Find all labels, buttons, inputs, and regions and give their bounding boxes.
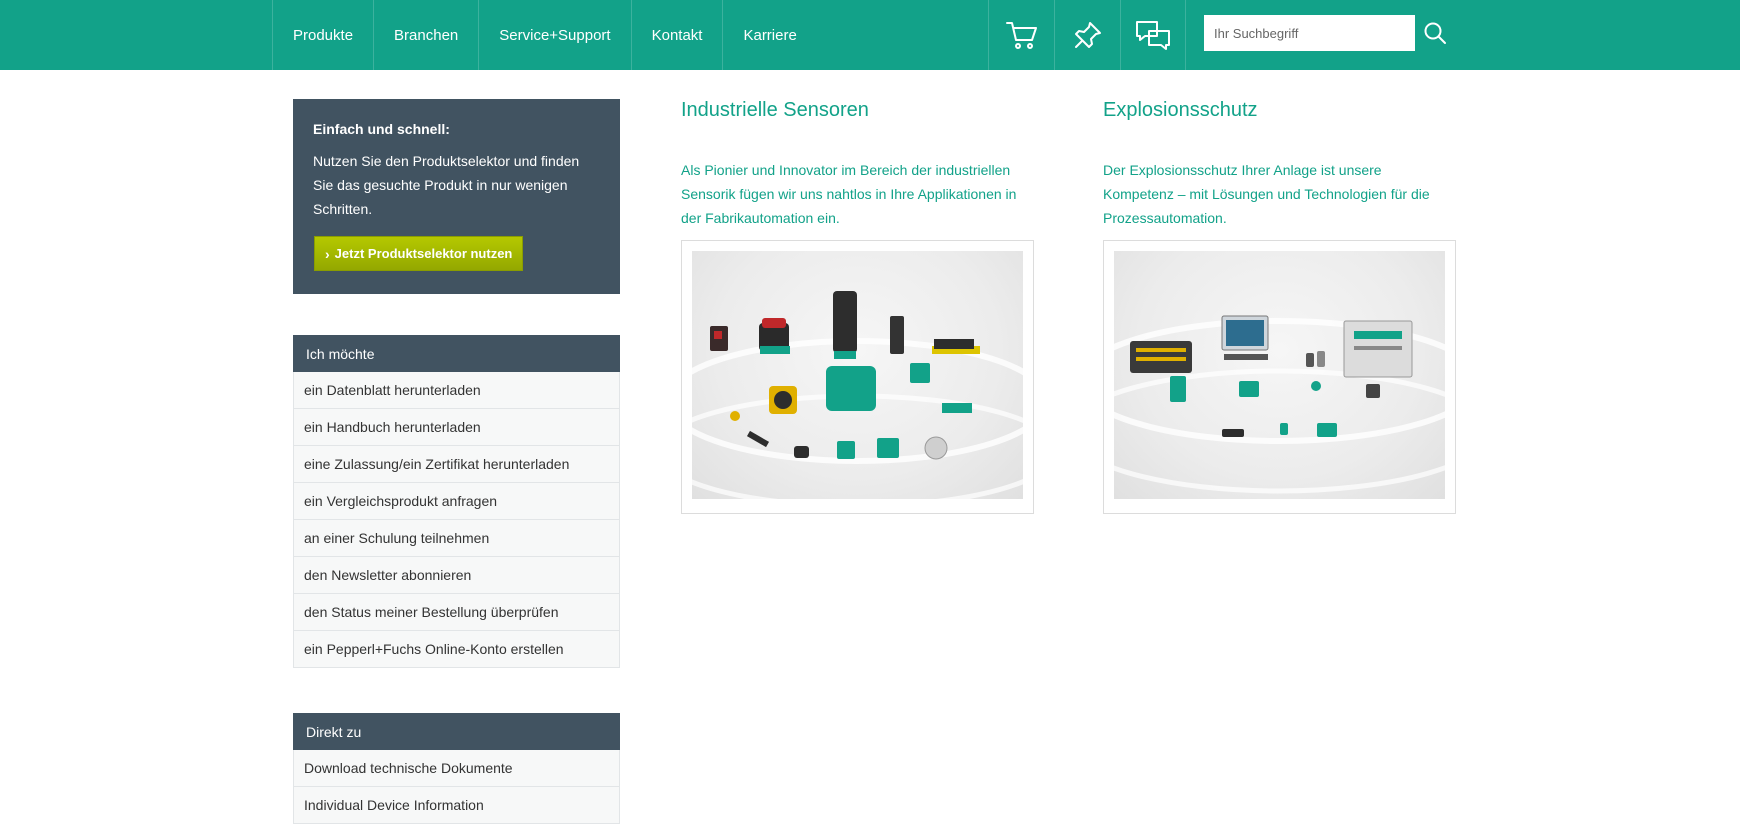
promo-text: Nutzen Sie den Produktselektor und finde…: [313, 153, 580, 217]
industrial-sensors-title[interactable]: Industrielle Sensoren: [681, 99, 1033, 122]
direct-links-box: Direkt zu Download technische Dokumente …: [293, 713, 620, 824]
search-button[interactable]: [1420, 18, 1450, 48]
list-item[interactable]: an einer Schulung teilnehmen: [293, 520, 620, 557]
list-item[interactable]: ein Handbuch herunterladen: [293, 409, 620, 446]
product-selector-button[interactable]: › Jetzt Produktselektor nutzen: [314, 236, 524, 271]
product-selector-button-label: Jetzt Produktselektor nutzen: [334, 246, 513, 261]
list-item[interactable]: ein Datenblatt herunterladen: [293, 372, 620, 409]
explosion-protection-illustration: [1114, 315, 1445, 494]
chat-icon: [1136, 21, 1170, 50]
industrial-sensors-section: Industrielle Sensoren Als Pionier und In…: [681, 99, 1034, 514]
top-navigation-bar: Produkte Branchen Service+Support Kontak…: [0, 0, 1740, 70]
list-item[interactable]: ein Vergleichsprodukt anfragen: [293, 483, 620, 520]
i-want-box: Ich möchte ein Datenblatt herunterladen …: [293, 335, 620, 668]
list-item[interactable]: Download technische Dokumente: [293, 750, 620, 787]
direct-links-title: Direkt zu: [293, 713, 620, 750]
list-item[interactable]: den Status meiner Bestellung überprüfen: [293, 594, 620, 631]
list-item[interactable]: ein Pepperl+Fuchs Online-Konto erstellen: [293, 631, 620, 668]
explosion-protection-section: Explosionsschutz Der Explosionsschutz Ih…: [1103, 99, 1456, 514]
explosion-protection-image-link[interactable]: [1103, 240, 1456, 514]
nav-item-service-support[interactable]: Service+Support: [478, 0, 630, 70]
industrial-sensors-image-link[interactable]: [681, 240, 1034, 514]
i-want-title: Ich möchte: [293, 335, 620, 372]
header-tools: [988, 0, 1186, 70]
direct-links-list: Download technische Dokumente Individual…: [293, 750, 620, 824]
sensor-products-illustration: [692, 291, 1023, 499]
chevron-right-icon: ›: [325, 245, 330, 262]
chat-button[interactable]: [1120, 0, 1186, 70]
nav-item-karriere[interactable]: Karriere: [722, 0, 816, 70]
main-nav: Produkte Branchen Service+Support Kontak…: [272, 0, 817, 70]
search-input[interactable]: [1204, 15, 1415, 51]
product-selector-promo: Einfach und schnell: Nutzen Sie den Prod…: [293, 99, 620, 294]
nav-item-kontakt[interactable]: Kontakt: [630, 0, 723, 70]
cart-icon: [1005, 22, 1037, 49]
explosion-protection-title[interactable]: Explosionsschutz: [1103, 99, 1455, 122]
search-icon: [1424, 22, 1446, 44]
list-item[interactable]: den Newsletter abonnieren: [293, 557, 620, 594]
industrial-sensors-image: [692, 251, 1023, 499]
nav-item-produkte[interactable]: Produkte: [272, 0, 373, 70]
cart-button[interactable]: [988, 0, 1054, 70]
list-item[interactable]: eine Zulassung/ein Zertifikat herunterla…: [293, 446, 620, 483]
i-want-list: ein Datenblatt herunterladen ein Handbuc…: [293, 372, 620, 668]
explosion-protection-text: Der Explosionsschutz Ihrer Anlage ist un…: [1103, 162, 1430, 226]
promo-title: Einfach und schnell:: [313, 121, 450, 137]
list-item[interactable]: Individual Device Information: [293, 787, 620, 824]
nav-item-branchen[interactable]: Branchen: [373, 0, 478, 70]
industrial-sensors-text: Als Pionier und Innovator im Bereich der…: [681, 162, 1017, 226]
explosion-protection-image: [1114, 251, 1445, 499]
pin-button[interactable]: [1054, 0, 1120, 70]
pin-icon: [1074, 22, 1101, 48]
